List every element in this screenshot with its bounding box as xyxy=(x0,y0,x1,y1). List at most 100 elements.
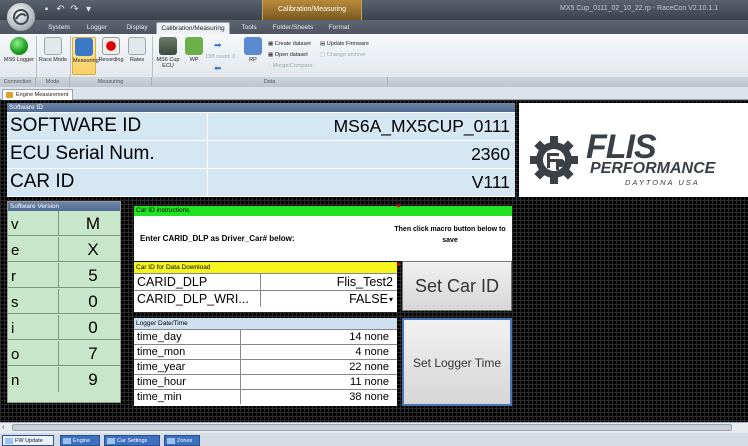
diff-count-label: Diff count: 0 xyxy=(206,54,236,60)
software-id-row: SOFTWARE ID MS6A_MX5CUP_0111 xyxy=(7,112,515,141)
time-day-value[interactable]: 14 none xyxy=(349,331,389,343)
logo-city: DAYTONA USA xyxy=(625,178,700,187)
quick-access-dropdown-icon[interactable]: ▾ xyxy=(82,3,95,16)
carid-dlp-write-value: FALSE xyxy=(349,292,388,306)
undo-icon[interactable]: ↶ xyxy=(54,3,67,16)
redo-icon[interactable]: ↷ xyxy=(68,3,81,16)
open-dataset-button[interactable]: ▦ Open dataset xyxy=(268,51,308,60)
recording-button[interactable]: Recording xyxy=(97,37,125,75)
create-dataset-button[interactable]: ▦ Create dataset xyxy=(268,40,311,49)
time-day-row: time_day 14 none xyxy=(134,329,397,344)
race-mode-label: Race Mode xyxy=(38,57,68,63)
update-firmware-button[interactable]: ▤ Update Firmware xyxy=(320,40,369,49)
tab-display[interactable]: Display xyxy=(118,22,156,34)
software-id-header: Software ID xyxy=(7,103,515,112)
connection-icon xyxy=(10,37,28,55)
rates-label: Rates xyxy=(129,57,145,63)
version-char: n xyxy=(11,372,20,389)
sheet-tab-car-settings[interactable]: Car Settings xyxy=(104,435,160,446)
tab-folder-sheets[interactable]: Folder/Sheets xyxy=(268,22,318,34)
time-min-value[interactable]: 38 none xyxy=(349,391,389,403)
row-divider xyxy=(207,141,208,169)
tab-system[interactable]: System xyxy=(42,22,76,34)
carid-dlp-write-select[interactable]: FALSE▾ xyxy=(349,292,393,306)
version-value: 5 xyxy=(88,266,98,285)
time-hour-row: time_hour 11 none xyxy=(134,374,397,389)
carid-dlp-value[interactable]: Flis_Test2 xyxy=(337,275,393,289)
version-char: i xyxy=(11,320,15,337)
set-logger-time-button[interactable]: Set Logger Time xyxy=(402,318,512,406)
row-divider xyxy=(207,169,208,197)
sheet-tab-zones[interactable]: Zones xyxy=(164,435,200,446)
rates-button[interactable]: Rates xyxy=(126,37,148,75)
version-char: e xyxy=(11,242,20,259)
measuring-button[interactable]: Measuring xyxy=(72,37,99,75)
tab-format[interactable]: Format xyxy=(322,22,356,34)
save-icon[interactable]: ▪ xyxy=(40,3,53,16)
time-mon-label: time_mon xyxy=(137,346,186,358)
wp-button[interactable]: WP xyxy=(184,37,204,75)
set-car-id-button[interactable]: Set Car ID xyxy=(402,261,512,311)
car-id-value[interactable]: V111 xyxy=(472,172,510,193)
time-mon-value[interactable]: 4 none xyxy=(355,346,389,358)
rp-button[interactable]: RP xyxy=(244,37,262,75)
app-logo-icon xyxy=(13,9,29,25)
car-id-instructions-panel: Car ID instructions Enter CARID_DLP as D… xyxy=(134,206,512,261)
change-archive-button[interactable]: ▢ Change archive xyxy=(320,51,365,60)
ecu-serial-value[interactable]: 2360 xyxy=(471,144,510,165)
row-divider xyxy=(58,289,59,314)
document-tab-engine-measurement[interactable]: Engine Measurement xyxy=(2,89,74,100)
group-label-mode: Mode xyxy=(36,77,70,87)
ecu-serial-row: ECU Serial Num. 2360 xyxy=(7,140,515,169)
software-id-value[interactable]: MS6A_MX5CUP_0111 xyxy=(334,116,510,137)
logger-datetime-panel: Logger Date/Time time_day 14 none time_mo… xyxy=(134,318,397,406)
version-row: o7 xyxy=(8,341,120,366)
copy-to-rp-icon[interactable]: ➡ xyxy=(214,40,224,50)
time-hour-value[interactable]: 11 none xyxy=(350,376,389,388)
recording-label: Recording xyxy=(98,57,124,63)
time-year-value[interactable]: 22 none xyxy=(349,361,389,373)
copy-to-wp-icon[interactable]: ⬅ xyxy=(214,63,224,73)
time-mon-row: time_mon 4 none xyxy=(134,344,397,359)
ms6-cup-ecu-button[interactable]: MS6 Cup ECU xyxy=(154,37,182,75)
time-hour-label: time_hour xyxy=(137,376,186,388)
merge-compare-button[interactable]: ◌ Merge/Compare xyxy=(268,62,313,71)
merge-compare-label: Merge/Compare xyxy=(272,63,313,69)
ecu-icon xyxy=(159,37,177,55)
ms6-logger-button[interactable]: MS6 Logger xyxy=(4,37,34,75)
sheet-tab-fw-update[interactable]: FW Update xyxy=(2,435,54,446)
version-value: 7 xyxy=(88,344,98,363)
carid-dlp-write-label: CARID_DLP_WRI... xyxy=(137,292,249,306)
row-divider xyxy=(58,341,59,366)
group-label-measuring: Measuring xyxy=(70,77,152,87)
row-divider xyxy=(240,360,241,374)
tab-tools[interactable]: Tools xyxy=(234,22,264,34)
version-char: v xyxy=(11,216,19,233)
software-id-label: SOFTWARE ID xyxy=(10,115,142,136)
row-divider xyxy=(58,367,59,392)
group-label-connection: Connection xyxy=(0,77,36,87)
time-min-label: time_min xyxy=(137,391,182,403)
chevron-down-icon[interactable]: ▾ xyxy=(389,295,393,304)
logo-subtitle: PERFORMANCE xyxy=(590,160,716,177)
tab-calibration-measuring[interactable]: Calibration/Measuring xyxy=(156,22,230,34)
car-id-download-header: Car ID for Data Download xyxy=(134,262,397,273)
version-value: 0 xyxy=(88,292,98,311)
measuring-label: Measuring xyxy=(73,58,99,64)
scroll-left-icon[interactable]: ‹ xyxy=(2,424,4,431)
play-icon xyxy=(75,38,93,56)
sheet-tab-engine[interactable]: Engine xyxy=(60,435,100,446)
race-mode-button[interactable]: Race Mode xyxy=(38,37,68,75)
row-divider xyxy=(240,345,241,359)
time-year-row: time_year 22 none xyxy=(134,359,397,374)
software-version-panel: Software Version vM eX r5 s0 i0 o7 n9 xyxy=(7,201,121,403)
carid-dlp-row: CARID_DLP Flis_Test2 xyxy=(134,273,397,290)
software-id-panel: Software ID SOFTWARE ID MS6A_MX5CUP_0111… xyxy=(7,103,515,197)
scrollbar-thumb[interactable] xyxy=(12,424,732,431)
app-menu-button[interactable] xyxy=(6,2,36,32)
document-tab-strip xyxy=(0,87,748,100)
group-label-data: Data xyxy=(152,77,388,87)
create-dataset-label: Create dataset xyxy=(274,41,311,47)
cell-marker xyxy=(397,263,400,266)
tab-logger[interactable]: Logger xyxy=(80,22,114,34)
